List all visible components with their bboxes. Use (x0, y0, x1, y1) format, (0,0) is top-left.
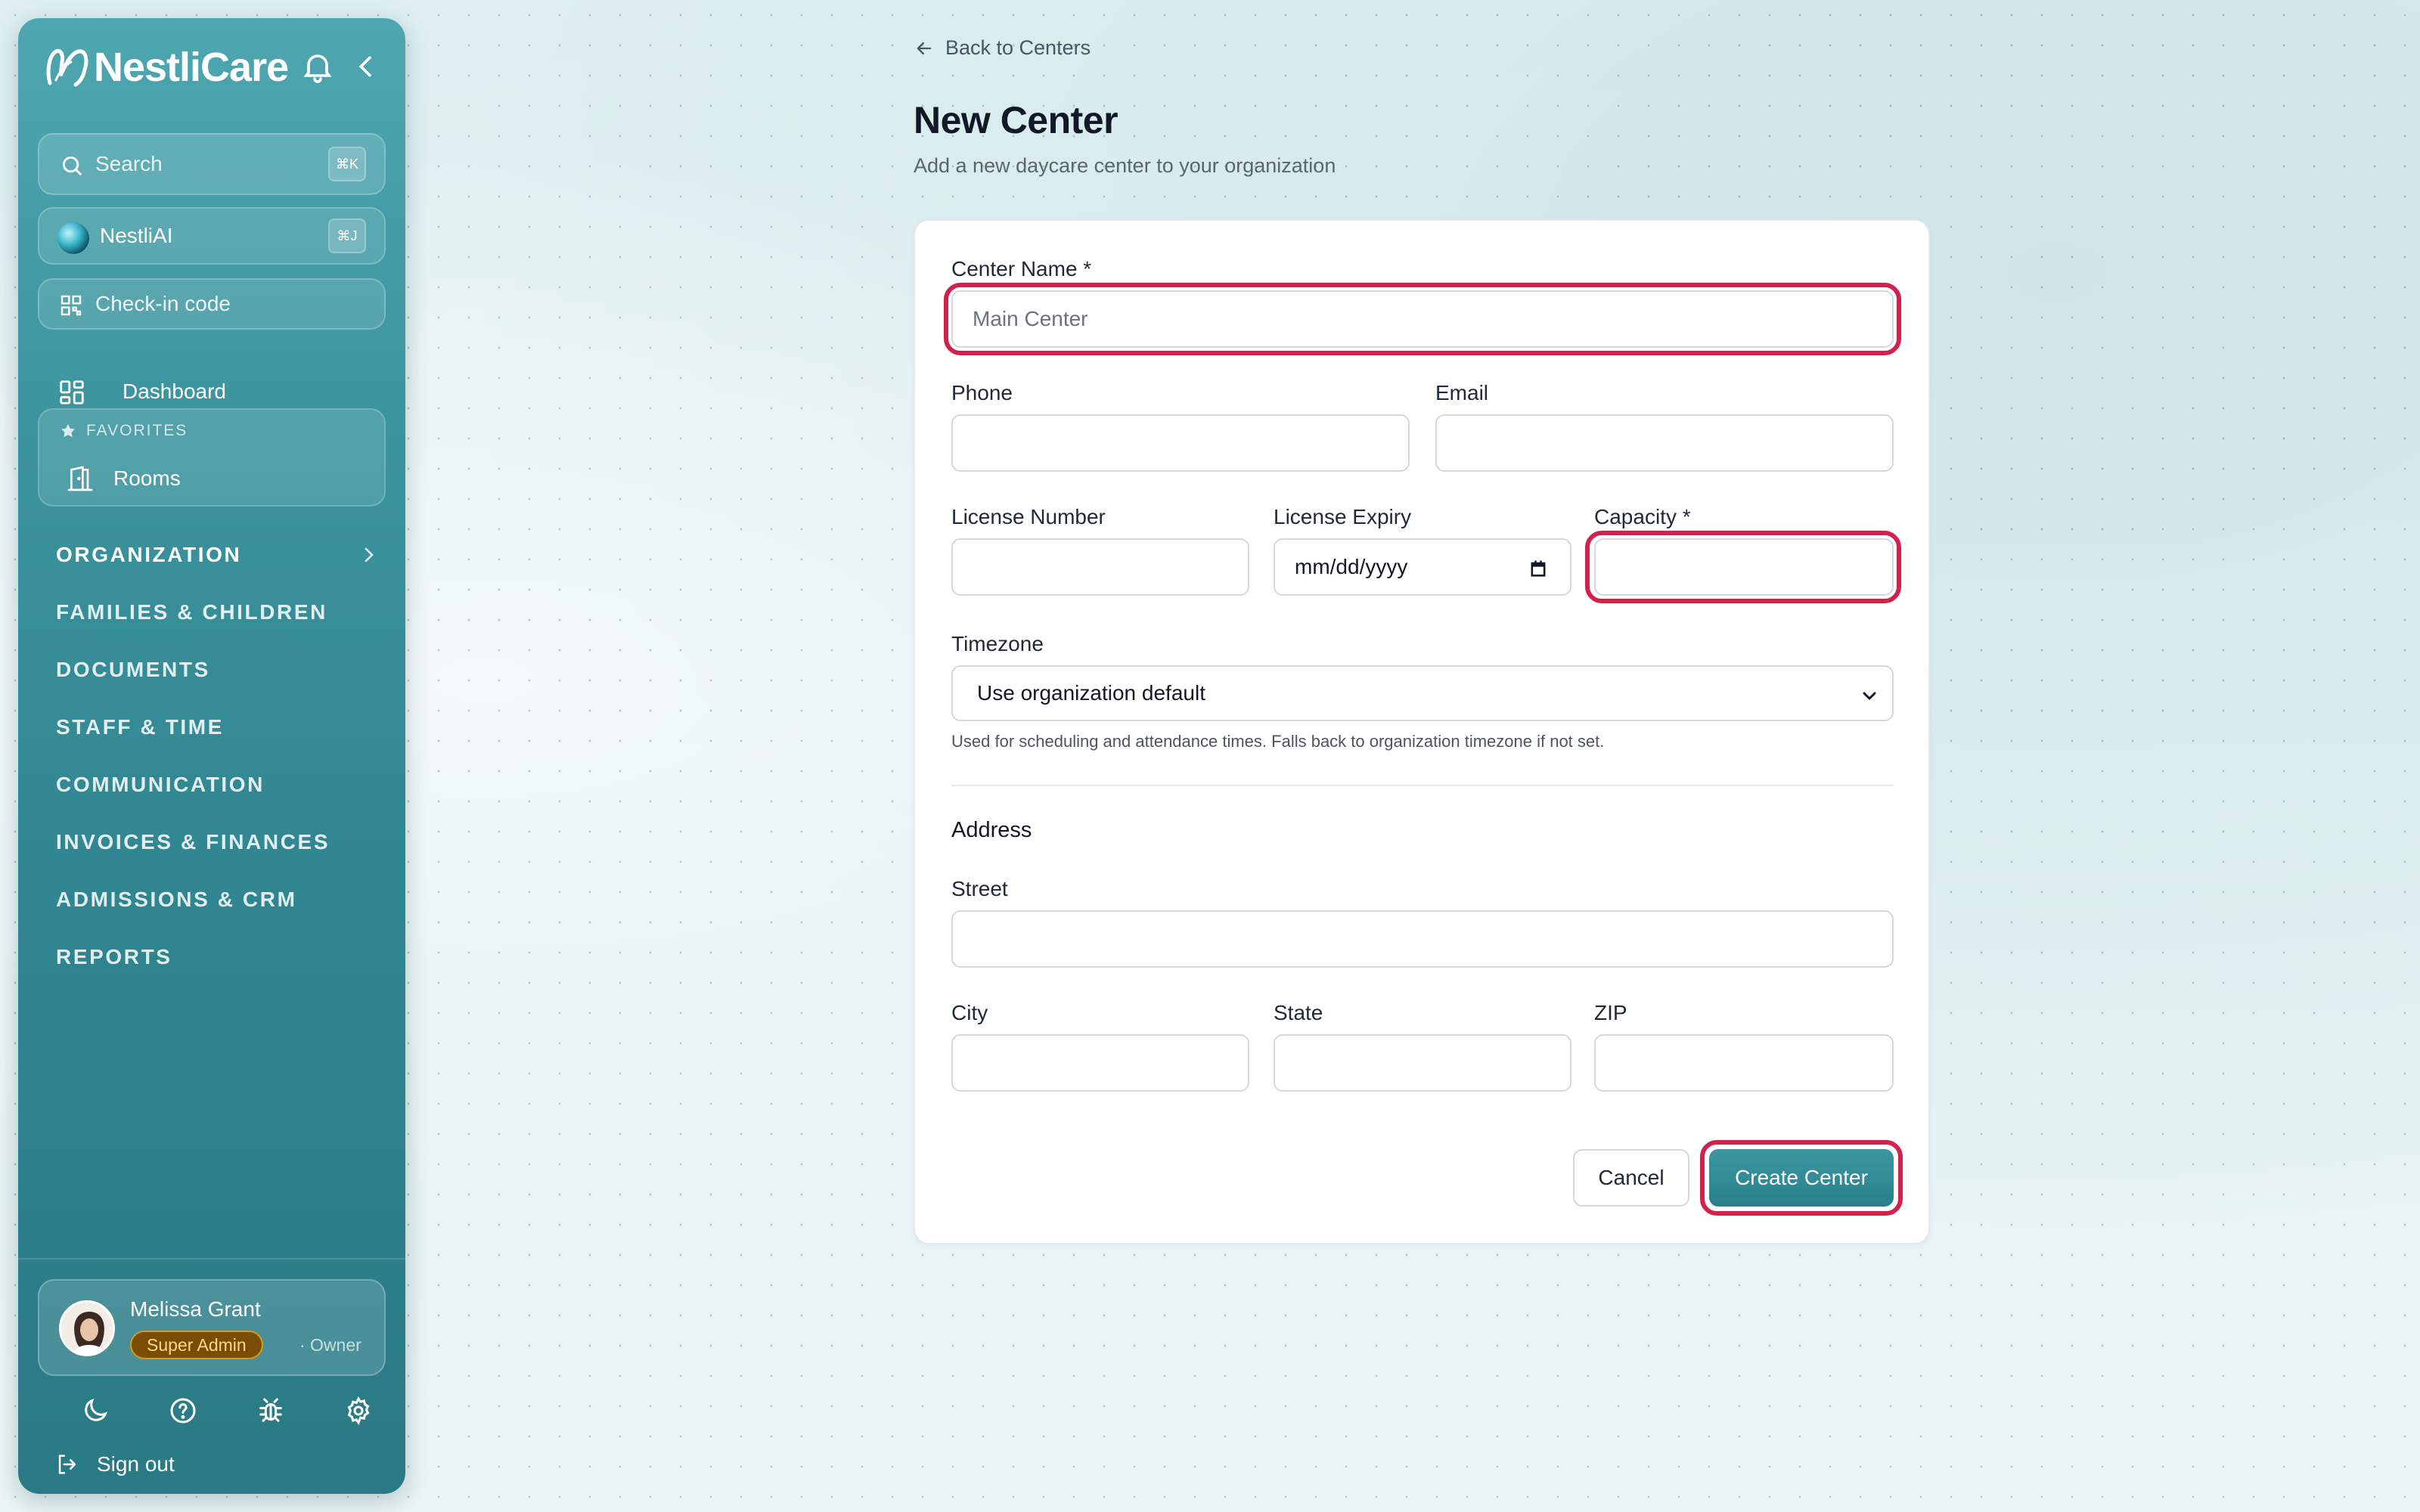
new-center-form: Center Name * Phone Email License Number… (914, 219, 1930, 1244)
calendar-icon[interactable] (1528, 558, 1549, 579)
timezone-select[interactable]: Use organization default (951, 665, 1894, 721)
dashboard-icon (60, 380, 84, 404)
sign-out-label: Sign out (97, 1452, 175, 1476)
search-shortcut: ⌘K (328, 147, 366, 181)
license-number-label: License Number (951, 505, 1106, 528)
sidebar-section-reports[interactable]: REPORTS (56, 945, 172, 969)
page-subtitle: Add a new daycare center to your organiz… (914, 154, 1336, 177)
street-label: Street (951, 877, 1008, 900)
moon-icon[interactable] (80, 1396, 110, 1426)
nestliai-button[interactable]: NestliAI ⌘J (38, 207, 386, 265)
user-card[interactable]: Melissa Grant Super Admin · Owner (38, 1279, 386, 1376)
timezone-hint: Used for scheduling and attendance times… (951, 732, 1605, 751)
sidebar-section-communication[interactable]: COMMUNICATION (56, 773, 265, 797)
sidebar-section-organization[interactable]: ORGANIZATION (56, 543, 241, 567)
page-title: New Center (914, 99, 1118, 141)
license-expiry-input[interactable]: mm/dd/yyyy (1274, 538, 1571, 596)
checkin-code-button[interactable]: Check-in code (38, 278, 386, 330)
back-link-label: Back to Centers (945, 36, 1091, 59)
state-label: State (1274, 1001, 1323, 1024)
user-name: Melissa Grant (130, 1297, 261, 1321)
avatar (59, 1300, 115, 1356)
dashboard-label: Dashboard (123, 380, 226, 403)
checkin-label: Check-in code (95, 292, 231, 315)
door-icon (67, 466, 93, 491)
email-input[interactable] (1435, 414, 1894, 472)
date-placeholder: mm/dd/yyyy (1295, 555, 1408, 578)
phone-label: Phone (951, 381, 1013, 404)
capacity-input[interactable] (1594, 538, 1894, 596)
capacity-label: Capacity * (1594, 505, 1691, 528)
nestliai-label: NestliAI (100, 224, 173, 247)
sidebar-section-staff[interactable]: STAFF & TIME (56, 715, 224, 739)
search-label: Search (95, 152, 163, 175)
city-label: City (951, 1001, 988, 1024)
zip-input[interactable] (1594, 1034, 1894, 1092)
create-center-button[interactable]: Create Center (1709, 1149, 1894, 1207)
favorite-item-rooms[interactable]: Rooms (65, 460, 181, 497)
sidebar-section-documents[interactable]: DOCUMENTS (56, 658, 210, 682)
qr-code-icon (60, 295, 82, 316)
form-divider (951, 785, 1894, 786)
state-input[interactable] (1274, 1034, 1571, 1092)
favorites-heading: FAVORITES (59, 422, 188, 440)
settings-gear-icon[interactable] (343, 1396, 374, 1426)
cancel-button[interactable]: Cancel (1573, 1149, 1689, 1207)
sidebar-footer-icons (64, 1396, 381, 1432)
chevron-right-icon[interactable] (357, 543, 381, 567)
center-name-input[interactable] (951, 290, 1894, 348)
bug-icon[interactable] (256, 1396, 286, 1426)
center-name-label: Center Name * (951, 257, 1092, 280)
sidebar-divider (18, 1258, 405, 1259)
ai-shortcut: ⌘J (328, 218, 366, 253)
sign-out-button[interactable]: Sign out (54, 1452, 175, 1477)
zip-label: ZIP (1594, 1001, 1627, 1024)
help-icon[interactable] (168, 1396, 198, 1426)
chevron-down-icon (1863, 692, 1876, 700)
license-number-input[interactable] (951, 538, 1249, 596)
chevron-left-icon[interactable] (351, 51, 381, 82)
user-role: · Owner (299, 1335, 361, 1355)
street-input[interactable] (951, 910, 1894, 968)
city-input[interactable] (951, 1034, 1249, 1092)
logo-mark-icon (42, 42, 92, 92)
sidebar: NestliCare Search ⌘K NestliAI ⌘J Check-i… (18, 18, 405, 1494)
search-input[interactable]: Search ⌘K (38, 133, 386, 195)
favorite-rooms-label: Rooms (113, 466, 181, 490)
back-to-centers-link[interactable]: Back to Centers (914, 36, 1091, 60)
email-label: Email (1435, 381, 1489, 404)
arrow-left-icon (917, 42, 932, 54)
timezone-selected: Use organization default (977, 681, 1205, 705)
favorites-panel: FAVORITES Rooms (38, 408, 386, 507)
role-badge: Super Admin (130, 1331, 263, 1359)
sidebar-section-invoices[interactable]: INVOICES & FINANCES (56, 830, 330, 854)
phone-input[interactable] (951, 414, 1410, 472)
search-icon (62, 156, 82, 175)
timezone-label: Timezone (951, 632, 1044, 655)
license-expiry-label: License Expiry (1274, 505, 1412, 528)
sidebar-section-admissions[interactable]: ADMISSIONS & CRM (56, 888, 297, 912)
bell-icon[interactable] (299, 48, 336, 85)
sign-out-icon (58, 1455, 76, 1474)
brand-name: NestliCare (94, 45, 289, 90)
address-heading: Address (951, 818, 1032, 842)
sidebar-section-families[interactable]: FAMILIES & CHILDREN (56, 600, 327, 624)
brand-logo[interactable]: NestliCare (42, 41, 390, 94)
star-icon (61, 424, 75, 438)
ai-orb-icon (57, 222, 89, 254)
